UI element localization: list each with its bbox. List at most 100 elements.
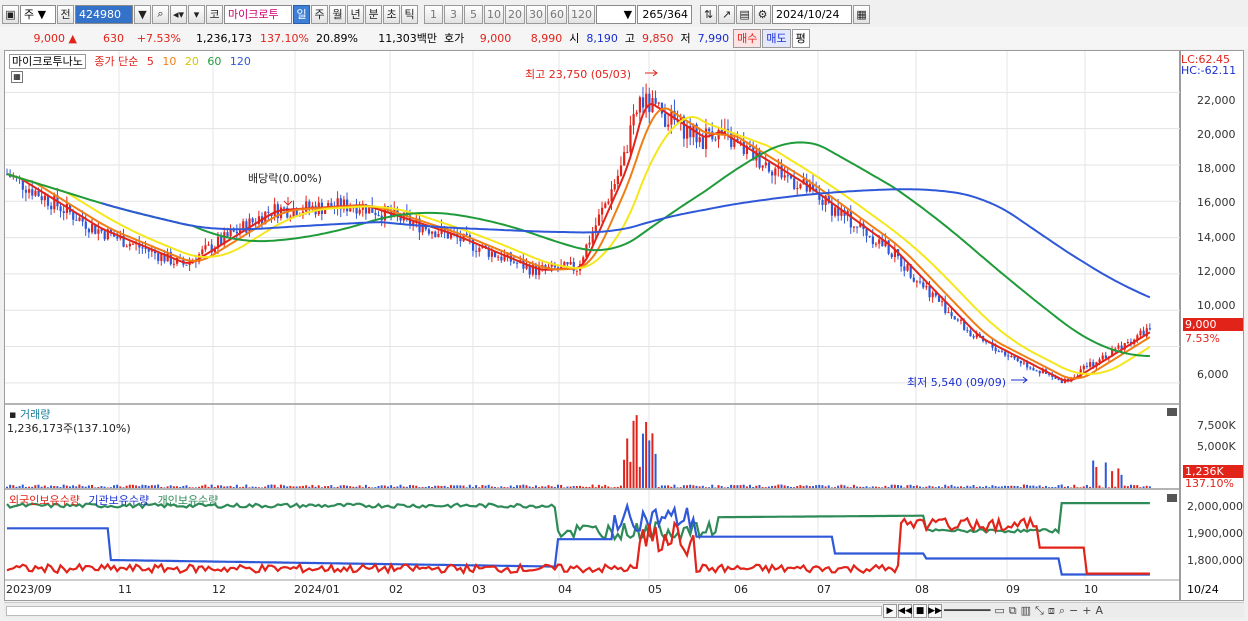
period-day[interactable]: 일 bbox=[293, 4, 311, 24]
prev-button[interactable]: 전 bbox=[57, 4, 74, 24]
volume-bar bbox=[396, 486, 399, 488]
interval-3[interactable]: 3 bbox=[444, 4, 464, 24]
candle bbox=[267, 211, 270, 213]
candle bbox=[947, 312, 950, 314]
save-icon[interactable]: ▤ bbox=[736, 4, 754, 24]
zoom-slider[interactable]: ━━━━━━━ bbox=[944, 604, 990, 617]
candle bbox=[349, 208, 352, 212]
interval-1[interactable]: 1 bbox=[424, 4, 444, 24]
window-icon-2[interactable]: ▭ bbox=[994, 604, 1004, 617]
volume-bar bbox=[179, 487, 182, 488]
font-icon[interactable]: A bbox=[1095, 604, 1103, 617]
window-icon[interactable]: ▣ bbox=[2, 4, 19, 24]
plus-icon[interactable]: + bbox=[1082, 604, 1091, 617]
candle bbox=[232, 230, 235, 232]
scroll-bar[interactable]: ▶ ◀◀ ■ ▶▶ ━━━━━━━ ▭ ⧉ ▥ ⤡ ⧈ ⌕ − + A bbox=[4, 602, 1244, 618]
market-code-button[interactable]: 코 bbox=[206, 4, 224, 24]
sell-button[interactable]: 매도 bbox=[762, 28, 791, 48]
layout-icon[interactable]: ▥ bbox=[1021, 604, 1031, 617]
annotation-high: 최고 23,750 (05/03) bbox=[525, 68, 632, 81]
candle bbox=[1085, 365, 1089, 367]
candle bbox=[144, 248, 147, 250]
change-rate: +7.53% bbox=[136, 31, 181, 45]
volume-bar bbox=[128, 484, 131, 488]
table-icon[interactable]: ▦ bbox=[11, 71, 23, 83]
volume-bar bbox=[160, 486, 163, 488]
volume-bar bbox=[799, 485, 802, 488]
candle bbox=[648, 93, 651, 113]
interval-60[interactable]: 60 bbox=[547, 4, 568, 24]
volume-bar bbox=[87, 485, 90, 488]
volume-bar bbox=[40, 486, 43, 488]
draw-icon[interactable]: ↗ bbox=[718, 4, 736, 24]
volume-bar bbox=[900, 485, 903, 488]
interval-10[interactable]: 10 bbox=[484, 4, 505, 24]
interval-20[interactable]: 20 bbox=[505, 4, 526, 24]
volume-bar bbox=[390, 485, 393, 488]
candle bbox=[1101, 355, 1104, 360]
buy-button[interactable]: 매수 bbox=[733, 28, 762, 48]
search-icon[interactable]: ⌕ bbox=[152, 4, 169, 24]
volume-bar bbox=[645, 421, 648, 488]
copy-icon[interactable]: ⧉ bbox=[1009, 604, 1017, 618]
volume-bar bbox=[834, 487, 837, 488]
scroll-icon[interactable]: ▾ bbox=[188, 4, 206, 24]
interval-120[interactable]: 120 bbox=[568, 4, 596, 24]
market-select[interactable]: 주 ▼ bbox=[20, 4, 56, 24]
period-tick[interactable]: 틱 bbox=[401, 4, 419, 24]
calendar-icon[interactable]: ▦ bbox=[853, 4, 871, 24]
scroll-track[interactable] bbox=[6, 605, 882, 616]
stop-icon[interactable]: ■ bbox=[913, 603, 927, 618]
dropdown-icon[interactable]: ▼ bbox=[134, 4, 151, 24]
speaker-icon[interactable]: ◂▾ bbox=[170, 4, 188, 24]
last-icon[interactable]: ▶▶ bbox=[928, 603, 942, 618]
date-field[interactable]: 2024/10/24 bbox=[772, 4, 853, 24]
compare-icon[interactable]: ⇅ bbox=[700, 4, 718, 24]
volume-bar bbox=[818, 484, 821, 488]
eval-button[interactable]: 평 bbox=[791, 28, 810, 48]
period-month[interactable]: 월 bbox=[329, 4, 347, 24]
volume-bar bbox=[503, 487, 506, 488]
play-icon[interactable]: ▶ bbox=[883, 603, 897, 618]
interval-5[interactable]: 5 bbox=[464, 4, 484, 24]
trend-icon[interactable]: ⤡ bbox=[1035, 604, 1044, 618]
volume-bar bbox=[1060, 484, 1063, 488]
candle bbox=[783, 175, 786, 178]
candle bbox=[922, 282, 925, 288]
volume-bar bbox=[777, 484, 780, 488]
interval-custom[interactable]: ▼ bbox=[596, 4, 637, 24]
period-year[interactable]: 년 bbox=[347, 4, 365, 24]
zoom-icon[interactable]: ⌕ bbox=[1059, 604, 1065, 618]
compare-icon-2[interactable]: ⧈ bbox=[1048, 604, 1055, 618]
chart-area[interactable]: 마이크로투나노 종가 단순 5 10 20 60 120 ▦ 최고 23,750… bbox=[4, 50, 1181, 601]
period-week[interactable]: 주 bbox=[311, 4, 329, 24]
ytick: 18,000 bbox=[1197, 162, 1236, 175]
panel-handle-icon[interactable] bbox=[1167, 408, 1177, 416]
period-minute[interactable]: 분 bbox=[365, 4, 383, 24]
candle bbox=[207, 244, 210, 246]
volume-bar bbox=[742, 484, 745, 488]
xtick: 06 bbox=[734, 583, 748, 596]
volume-bar bbox=[786, 486, 789, 488]
stock-code-input[interactable]: 424980 bbox=[75, 4, 133, 24]
count-field[interactable]: 265/364 bbox=[637, 4, 693, 24]
volume-bar bbox=[896, 485, 899, 488]
ytick: 12,000 bbox=[1197, 265, 1236, 278]
volume-bar bbox=[714, 487, 717, 488]
interval-30[interactable]: 30 bbox=[526, 4, 547, 24]
volume-bar bbox=[912, 486, 915, 488]
volume-bar bbox=[440, 485, 443, 488]
first-icon[interactable]: ◀◀ bbox=[898, 603, 912, 618]
candle bbox=[865, 229, 868, 236]
ytick: 22,000 bbox=[1197, 94, 1236, 107]
volume-bar bbox=[103, 486, 106, 488]
legend-individual: 개인보유수량 bbox=[157, 494, 219, 507]
gear-icon[interactable]: ⚙ bbox=[754, 4, 772, 24]
candle bbox=[75, 219, 78, 221]
volume-bar bbox=[68, 486, 71, 488]
candle bbox=[72, 212, 75, 220]
minus-icon[interactable]: − bbox=[1069, 604, 1078, 617]
period-second[interactable]: 초 bbox=[383, 4, 401, 24]
volume-bar bbox=[327, 486, 330, 488]
panel-handle-icon-2[interactable] bbox=[1167, 494, 1177, 502]
